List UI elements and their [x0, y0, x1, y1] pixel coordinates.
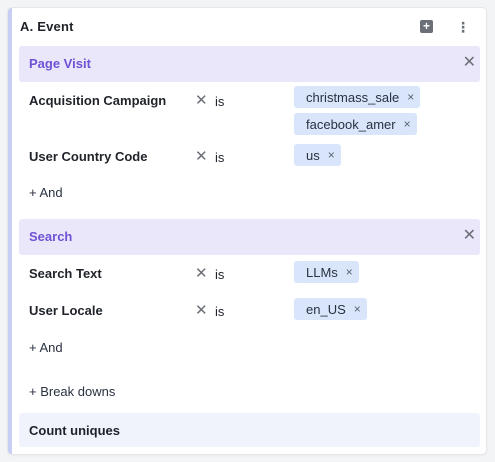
filter-operator[interactable]: is	[215, 150, 224, 165]
filter-value-chip[interactable]: en_US ×	[294, 298, 367, 320]
add-breakdown-button[interactable]: + Break downs	[29, 384, 115, 399]
section-title[interactable]: Search	[29, 229, 72, 244]
chip-remove-icon[interactable]: ×	[328, 148, 335, 162]
remove-filter-icon[interactable]: ✕	[195, 303, 208, 318]
chip-remove-icon[interactable]: ×	[354, 302, 361, 316]
measure-selector[interactable]: Count uniques	[19, 413, 480, 447]
filter-operator[interactable]: is	[215, 267, 224, 282]
filter-label[interactable]: User Locale	[29, 303, 103, 318]
filter-label[interactable]: Acquisition Campaign	[29, 93, 166, 108]
panel-header: A. Event + ⋮	[12, 8, 486, 46]
chip-remove-icon[interactable]: ×	[404, 117, 411, 131]
chip-label: facebook_amer	[306, 116, 396, 132]
add-and-filter-button[interactable]: + And	[29, 340, 63, 355]
event-panel: A. Event + ⋮ Page Visit ✕ Acquisition Ca…	[8, 8, 486, 454]
chip-label: LLMs	[306, 264, 338, 280]
chip-label: us	[306, 147, 320, 163]
section-header-search: Search ✕	[19, 219, 480, 255]
chip-label: christmass_sale	[306, 89, 400, 105]
filter-label[interactable]: User Country Code	[29, 149, 147, 164]
filter-value-chip[interactable]: LLMs ×	[294, 261, 359, 283]
filter-value-chip[interactable]: christmass_sale ×	[294, 86, 421, 108]
chip-remove-icon[interactable]: ×	[346, 265, 353, 279]
measure-label: Count uniques	[29, 423, 120, 438]
filter-operator[interactable]: is	[215, 94, 224, 109]
chip-label: en_US	[306, 301, 346, 317]
remove-filter-icon[interactable]: ✕	[195, 93, 208, 108]
kebab-icon[interactable]: ⋮	[456, 18, 470, 36]
remove-filter-icon[interactable]: ✕	[195, 266, 208, 281]
panel-title: A. Event	[20, 19, 74, 34]
close-icon[interactable]: ✕	[463, 55, 476, 71]
filter-operator[interactable]: is	[215, 304, 224, 319]
filter-value-chip[interactable]: facebook_amer ×	[294, 113, 417, 135]
section-header-page-visit: Page Visit ✕	[19, 46, 480, 82]
filter-value-chip[interactable]: us ×	[294, 144, 341, 166]
section-title[interactable]: Page Visit	[29, 56, 91, 71]
chip-remove-icon[interactable]: ×	[407, 90, 414, 104]
filter-label[interactable]: Search Text	[29, 266, 102, 281]
remove-filter-icon[interactable]: ✕	[195, 149, 208, 164]
add-and-filter-button[interactable]: + And	[29, 185, 63, 200]
close-icon[interactable]: ✕	[463, 228, 476, 244]
plus-square-icon[interactable]: +	[420, 20, 433, 33]
